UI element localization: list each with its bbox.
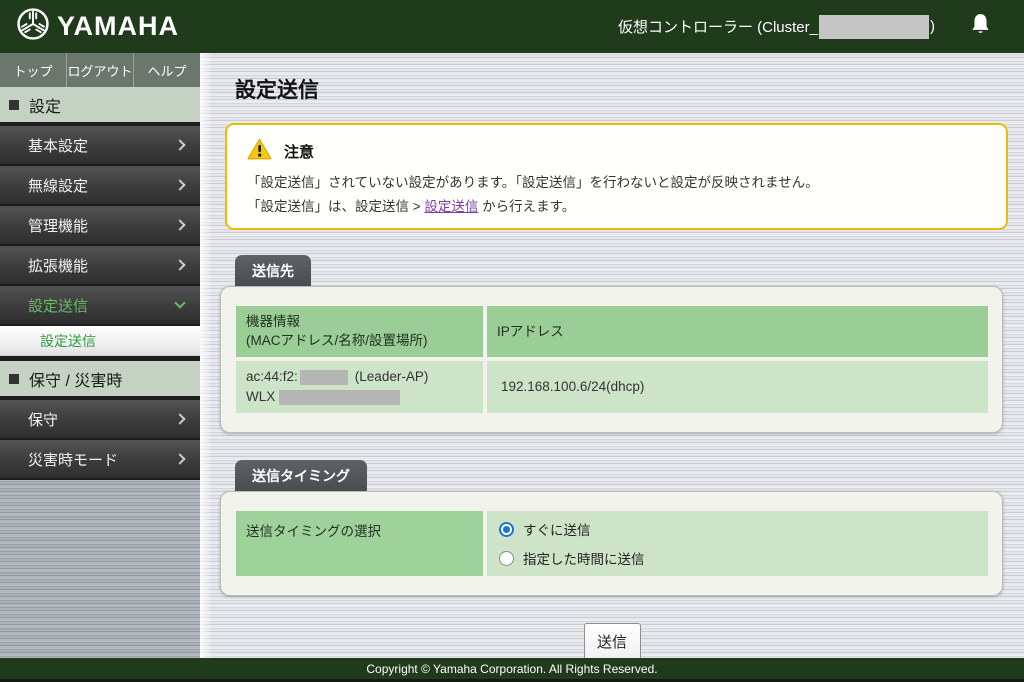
sidebar-tab-logout[interactable]: ログアウト (67, 53, 134, 87)
cluster-name-redaction (819, 15, 929, 39)
sidebar-subitem-config-send[interactable]: 設定送信 (0, 326, 200, 356)
controller-title-prefix: 仮想コントローラー (Cluster_ (618, 16, 818, 37)
device-mac-line: ac:44:f2:(Leader-AP) (246, 367, 473, 387)
sidebar-tab-help[interactable]: ヘルプ (134, 53, 200, 87)
radio-selected-icon[interactable] (499, 522, 514, 537)
chevron-right-icon (174, 259, 185, 270)
chevron-right-icon (174, 453, 185, 464)
bell-icon (969, 12, 992, 42)
sidebar-section-settings: 設定 (0, 87, 200, 122)
main-content: 設定送信 注意 「設定送信」されていない設定があります。「設定送信」を行わないと… (200, 53, 1024, 658)
chevron-right-icon (174, 219, 185, 230)
sidebar-item-config-send[interactable]: 設定送信 (0, 286, 200, 324)
footer-copyright: Copyright © Yamaha Corporation. All Righ… (0, 658, 1024, 679)
sidebar-section-maintenance-label: 保守 / 災害時 (29, 367, 122, 391)
controller-title-suffix: ) (930, 18, 935, 35)
square-bullet-icon (9, 100, 19, 110)
chevron-right-icon (174, 413, 185, 424)
timing-options: すぐに送信 指定した時間に送信 (487, 511, 988, 576)
notice-line2: 「設定送信」は、設定送信 > 設定送信 から行えます。 (247, 198, 988, 216)
radio-option-send-at-time[interactable]: 指定した時間に送信 (499, 548, 976, 568)
yamaha-tuning-fork-icon (16, 7, 50, 46)
yamaha-logo[interactable]: YAMAHA (16, 7, 179, 46)
device-info-cell: ac:44:f2:(Leader-AP) WLX (236, 361, 483, 414)
mac-redaction (300, 370, 348, 385)
sidebar-section-settings-label: 設定 (29, 93, 61, 117)
controller-title: 仮想コントローラー (Cluster_ ) (618, 15, 935, 39)
sidebar-item-wireless-settings[interactable]: 無線設定 (0, 166, 200, 204)
sidebar-tabs: トップ ログアウト ヘルプ (0, 53, 200, 87)
sidebar-item-disaster-mode[interactable]: 災害時モード (0, 440, 200, 478)
warning-triangle-icon (247, 138, 272, 165)
top-header-bar: YAMAHA 仮想コントローラー (Cluster_ ) (0, 0, 1024, 53)
sidebar-filler (0, 480, 200, 658)
radio-unselected-icon[interactable] (499, 551, 514, 566)
timing-card: 送信タイミングの選択 すぐに送信 指定した時間に送信 (220, 491, 1003, 596)
sidebar-menu-maintenance: 保守 災害時モード (0, 396, 200, 480)
config-send-link[interactable]: 設定送信 (424, 199, 478, 214)
footer: Copyright © Yamaha Corporation. All Righ… (0, 658, 1024, 682)
sidebar-tab-top[interactable]: トップ (0, 53, 67, 87)
ip-address-cell: 192.168.100.6/24(dhcp) (487, 361, 988, 414)
notice-line1: 「設定送信」されていない設定があります。「設定送信」を行わないと設定が反映されま… (247, 174, 988, 192)
sidebar-menu-settings: 基本設定 無線設定 管理機能 拡張機能 設定送信 設定送信 (0, 122, 200, 361)
yamaha-logo-text: YAMAHA (57, 11, 179, 42)
square-bullet-icon (9, 374, 19, 384)
chevron-down-icon (174, 297, 185, 308)
radio-option-send-now[interactable]: すぐに送信 (499, 519, 976, 539)
chevron-right-icon (174, 139, 185, 150)
ip-address-header: IPアドレス (487, 306, 988, 356)
sidebar-item-extended[interactable]: 拡張機能 (0, 246, 200, 284)
sidebar-item-maintenance[interactable]: 保守 (0, 400, 200, 438)
timing-select-label: 送信タイミングの選択 (236, 511, 483, 576)
device-model-line: WLX (246, 387, 473, 407)
notice-box: 注意 「設定送信」されていない設定があります。「設定送信」を行わないと設定が反映… (225, 123, 1008, 230)
page-title: 設定送信 (235, 74, 1024, 104)
sidebar-item-management[interactable]: 管理機能 (0, 206, 200, 244)
send-button[interactable]: 送信 (584, 623, 641, 658)
sidebar-section-maintenance: 保守 / 災害時 (0, 361, 200, 396)
destination-section-tab: 送信先 (235, 255, 311, 286)
sidebar-item-basic-settings[interactable]: 基本設定 (0, 126, 200, 164)
destination-card: 機器情報 (MACアドレス/名称/設置場所) IPアドレス ac:44:f2:(… (220, 286, 1003, 433)
timing-section-tab: 送信タイミング (235, 460, 367, 491)
notification-bell-button[interactable] (969, 12, 992, 42)
sidebar: トップ ログアウト ヘルプ 設定 基本設定 無線設定 管理機能 拡張機能 設定送… (0, 53, 200, 658)
model-redaction (279, 390, 400, 405)
chevron-right-icon (174, 179, 185, 190)
device-info-header: 機器情報 (MACアドレス/名称/設置場所) (236, 306, 483, 356)
notice-title: 注意 (284, 141, 314, 162)
